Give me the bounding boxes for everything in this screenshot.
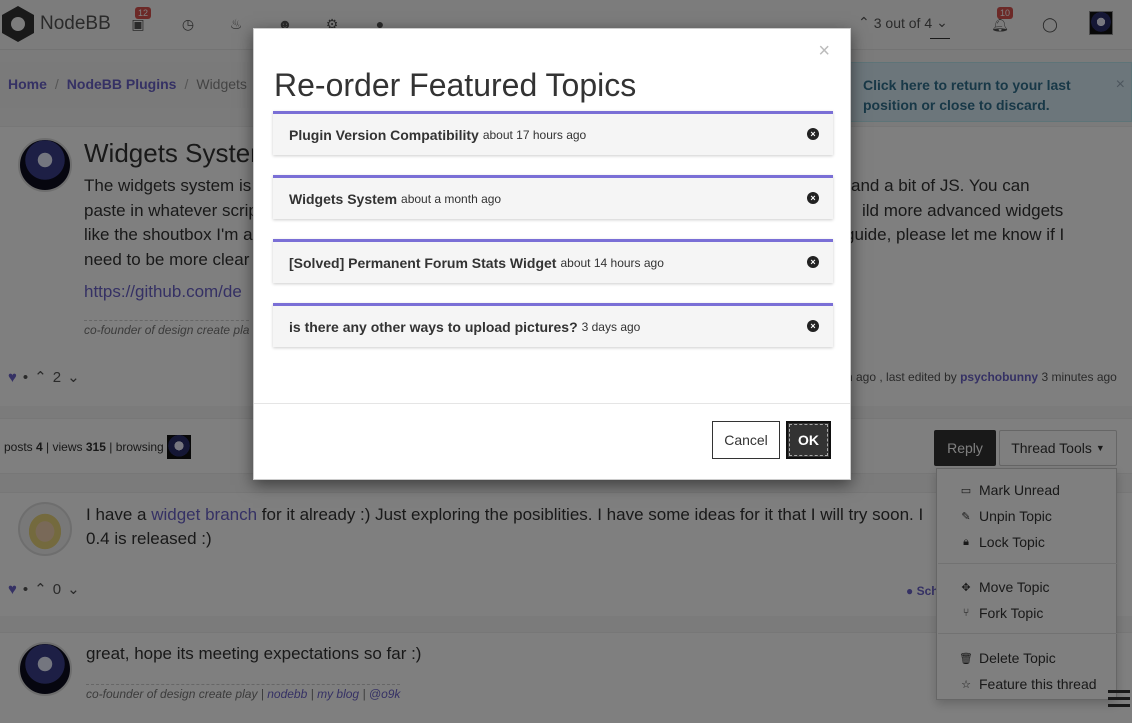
featured-topic-title: Plugin Version Compatibility <box>289 126 479 143</box>
featured-topic-item[interactable]: is there any other ways to upload pictur… <box>273 303 833 347</box>
featured-topic-time: about 14 hours ago <box>560 255 664 270</box>
featured-topic-item[interactable]: [Solved] Permanent Forum Stats Widget ab… <box>273 239 833 283</box>
featured-topic-title: Widgets System <box>289 190 398 207</box>
featured-topic-title: is there any other ways to upload pictur… <box>289 318 578 335</box>
featured-topic-time: about a month ago <box>401 191 502 206</box>
featured-topic-item[interactable]: Widgets System about a month ago × <box>273 175 833 219</box>
modal-title: Re-order Featured Topics <box>274 67 637 103</box>
featured-topic-time: 3 days ago <box>581 319 641 334</box>
remove-circle-icon[interactable]: × <box>807 320 819 332</box>
featured-topic-time: about 17 hours ago <box>482 127 587 142</box>
featured-topic-item[interactable]: Plugin Version Compatibility about 17 ho… <box>273 111 833 155</box>
remove-circle-icon[interactable]: × <box>807 128 819 140</box>
remove-circle-icon[interactable]: × <box>807 192 819 204</box>
ok-button[interactable]: OK <box>786 421 831 459</box>
reorder-featured-modal: × Re-order Featured Topics Plugin Versio… <box>253 28 851 480</box>
featured-topic-title: [Solved] Permanent Forum Stats Widget <box>289 254 557 271</box>
close-icon[interactable]: × <box>818 40 830 63</box>
remove-circle-icon[interactable]: × <box>807 256 819 268</box>
cancel-button[interactable]: Cancel <box>712 421 780 459</box>
